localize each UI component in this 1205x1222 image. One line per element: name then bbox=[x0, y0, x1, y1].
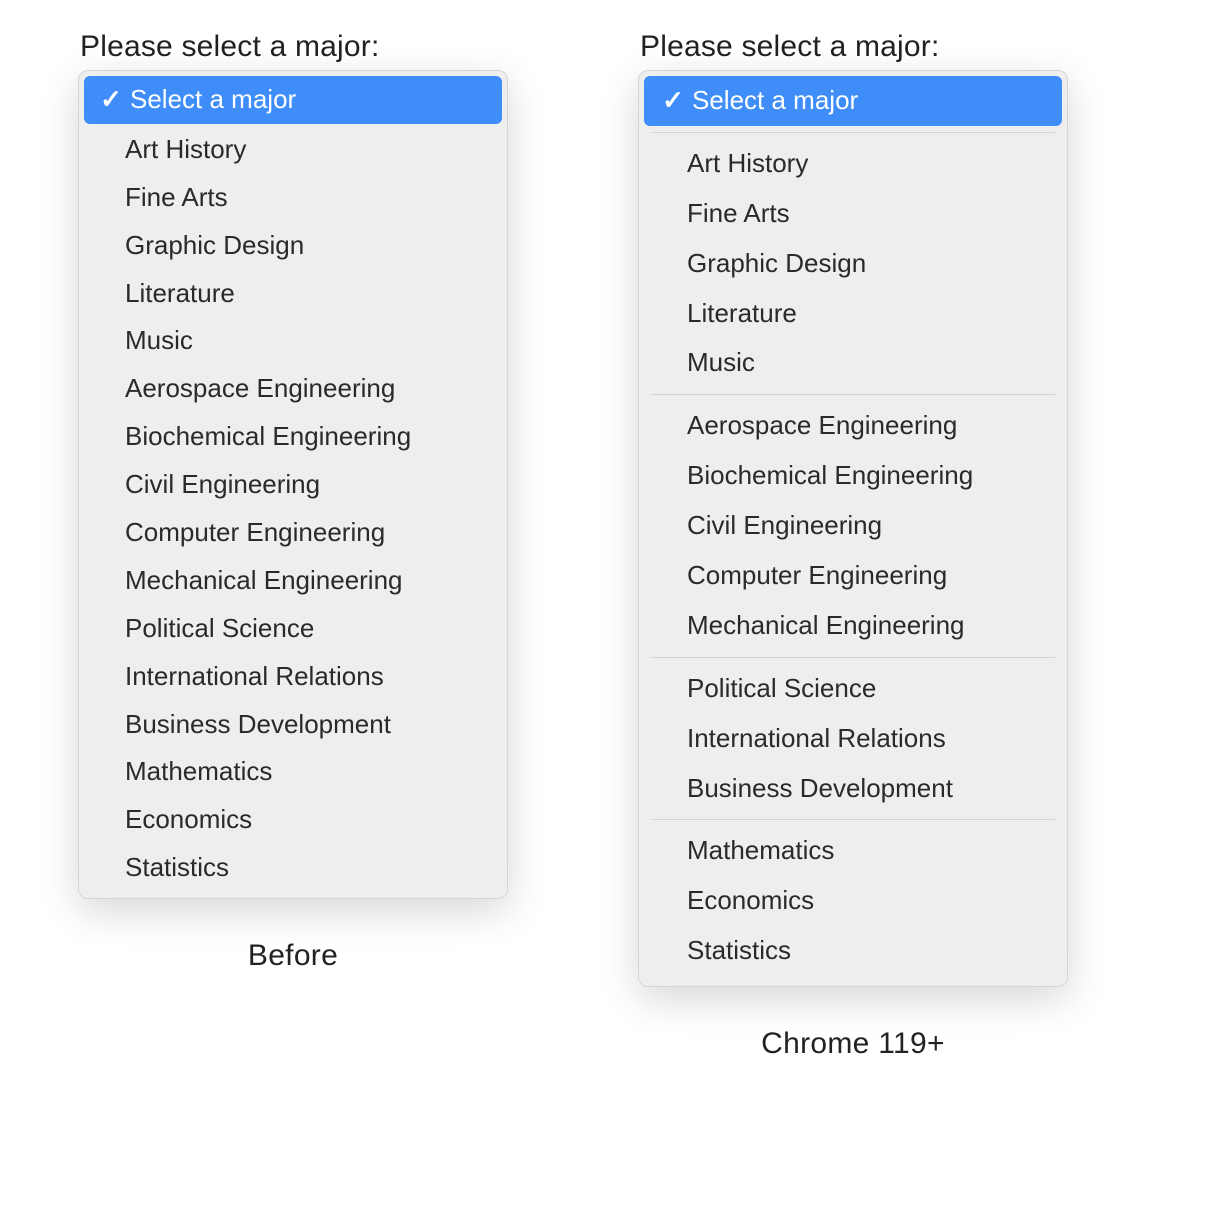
option-label: Statistics bbox=[125, 853, 491, 883]
option-label: Biochemical Engineering bbox=[687, 461, 1049, 491]
option-label: Literature bbox=[687, 299, 1049, 329]
option[interactable]: ✓Music bbox=[639, 338, 1067, 388]
option[interactable]: ✓Economics bbox=[639, 876, 1067, 926]
option-label: Political Science bbox=[125, 614, 491, 644]
option-label: Music bbox=[125, 326, 491, 356]
option[interactable]: ✓Fine Arts bbox=[639, 189, 1067, 239]
option[interactable]: ✓Art History bbox=[639, 139, 1067, 189]
group-separator bbox=[651, 819, 1055, 820]
option-label: Economics bbox=[125, 805, 491, 835]
option[interactable]: ✓Graphic Design bbox=[79, 222, 507, 270]
option-label: Business Development bbox=[687, 774, 1049, 804]
caption-after: Chrome 119+ bbox=[638, 1027, 1068, 1061]
option-label: Civil Engineering bbox=[125, 470, 491, 500]
group-separator bbox=[651, 132, 1055, 133]
option[interactable]: ✓Economics bbox=[79, 796, 507, 844]
option[interactable]: ✓Mechanical Engineering bbox=[79, 557, 507, 605]
option-label: Art History bbox=[125, 135, 491, 165]
option-label: Economics bbox=[687, 886, 1049, 916]
option[interactable]: ✓Biochemical Engineering bbox=[639, 451, 1067, 501]
option[interactable]: ✓Business Development bbox=[79, 701, 507, 749]
option[interactable]: ✓Political Science bbox=[79, 605, 507, 653]
option[interactable]: ✓Computer Engineering bbox=[79, 509, 507, 557]
dropdown-before[interactable]: ✓ Select a major ✓Art History✓Fine Arts✓… bbox=[78, 70, 508, 899]
option[interactable]: ✓Aerospace Engineering bbox=[79, 365, 507, 413]
group-separator bbox=[651, 657, 1055, 658]
option-label: Fine Arts bbox=[125, 183, 491, 213]
select-label: Please select a major: bbox=[640, 30, 940, 64]
option-label: Select a major bbox=[692, 86, 1044, 116]
option-label: International Relations bbox=[687, 724, 1049, 754]
option-label: Biochemical Engineering bbox=[125, 422, 491, 452]
option-placeholder[interactable]: ✓ Select a major bbox=[84, 76, 502, 124]
before-column: Please select a major: ✓ Select a major … bbox=[78, 30, 548, 973]
option-placeholder[interactable]: ✓ Select a major bbox=[644, 76, 1062, 126]
option-label: Music bbox=[687, 348, 1049, 378]
option[interactable]: ✓Political Science bbox=[639, 664, 1067, 714]
option[interactable]: ✓Civil Engineering bbox=[79, 461, 507, 509]
group-separator bbox=[651, 394, 1055, 395]
option-label: Computer Engineering bbox=[687, 561, 1049, 591]
option[interactable]: ✓Literature bbox=[639, 289, 1067, 339]
option[interactable]: ✓Art History bbox=[79, 126, 507, 174]
option[interactable]: ✓Civil Engineering bbox=[639, 501, 1067, 551]
after-column: Please select a major: ✓ Select a major … bbox=[638, 30, 1108, 1061]
option-label: Literature bbox=[125, 279, 491, 309]
caption-before: Before bbox=[78, 939, 508, 973]
comparison-page: Please select a major: ✓ Select a major … bbox=[0, 0, 1205, 1222]
checkmark-icon: ✓ bbox=[662, 86, 684, 116]
select-label: Please select a major: bbox=[80, 30, 380, 64]
option[interactable]: ✓Graphic Design bbox=[639, 239, 1067, 289]
option[interactable]: ✓Mathematics bbox=[79, 748, 507, 796]
option[interactable]: ✓Mathematics bbox=[639, 826, 1067, 876]
option-label: Mechanical Engineering bbox=[687, 611, 1049, 641]
option[interactable]: ✓Music bbox=[79, 317, 507, 365]
option-label: Mathematics bbox=[125, 757, 491, 787]
option[interactable]: ✓Mechanical Engineering bbox=[639, 601, 1067, 651]
option[interactable]: ✓Aerospace Engineering bbox=[639, 401, 1067, 451]
option[interactable]: ✓Fine Arts bbox=[79, 174, 507, 222]
option[interactable]: ✓Biochemical Engineering bbox=[79, 413, 507, 461]
option-label: Mechanical Engineering bbox=[125, 566, 491, 596]
option-label: Civil Engineering bbox=[687, 511, 1049, 541]
option[interactable]: ✓Statistics bbox=[79, 844, 507, 892]
option-label: Computer Engineering bbox=[125, 518, 491, 548]
option-label: Graphic Design bbox=[687, 249, 1049, 279]
option[interactable]: ✓Statistics bbox=[639, 926, 1067, 976]
option-label: Select a major bbox=[130, 85, 486, 115]
option[interactable]: ✓Literature bbox=[79, 270, 507, 318]
option-label: Political Science bbox=[687, 674, 1049, 704]
option-label: Art History bbox=[687, 149, 1049, 179]
option-label: Graphic Design bbox=[125, 231, 491, 261]
option-label: International Relations bbox=[125, 662, 491, 692]
option-label: Mathematics bbox=[687, 836, 1049, 866]
option[interactable]: ✓International Relations bbox=[639, 714, 1067, 764]
option[interactable]: ✓Business Development bbox=[639, 764, 1067, 814]
option-label: Business Development bbox=[125, 710, 491, 740]
option-label: Aerospace Engineering bbox=[125, 374, 491, 404]
option-label: Fine Arts bbox=[687, 199, 1049, 229]
option-label: Aerospace Engineering bbox=[687, 411, 1049, 441]
checkmark-icon: ✓ bbox=[100, 85, 122, 115]
option-label: Statistics bbox=[687, 936, 1049, 966]
dropdown-after[interactable]: ✓ Select a major ✓Art History✓Fine Arts✓… bbox=[638, 70, 1068, 987]
option[interactable]: ✓International Relations bbox=[79, 653, 507, 701]
option[interactable]: ✓Computer Engineering bbox=[639, 551, 1067, 601]
